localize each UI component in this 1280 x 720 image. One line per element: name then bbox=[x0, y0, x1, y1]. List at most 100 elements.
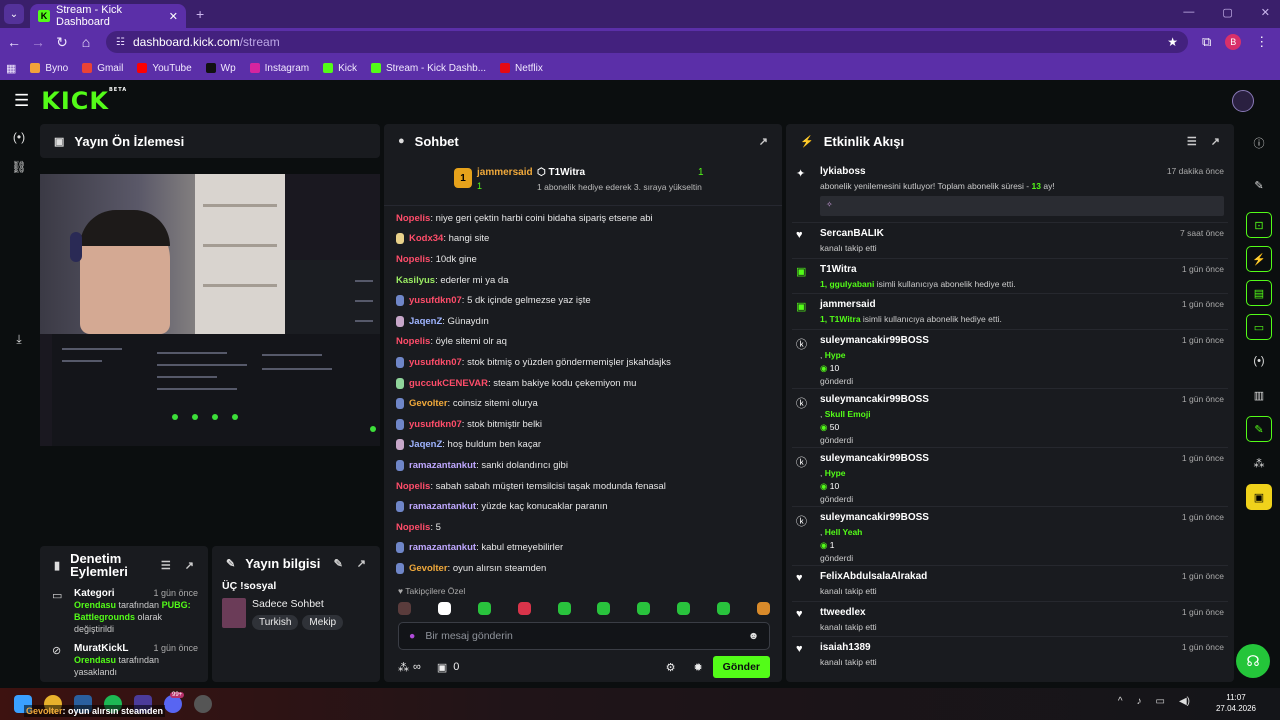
bookmark-instagram[interactable]: Instagram bbox=[249, 63, 309, 74]
activity-username[interactable]: T1Witra bbox=[820, 264, 857, 275]
reload-icon[interactable]: ↻ bbox=[50, 34, 74, 51]
maximize-button[interactable]: ▢ bbox=[1222, 6, 1232, 19]
stream-preview-video[interactable] bbox=[40, 174, 380, 446]
wrench-rail-icon[interactable]: ✎ bbox=[1246, 416, 1272, 442]
extensions-icon[interactable]: ⧉ bbox=[1202, 34, 1211, 50]
support-fab-button[interactable]: ☊ bbox=[1236, 644, 1270, 678]
tray-chevron-icon[interactable]: ^ bbox=[1118, 696, 1123, 707]
gift-icon[interactable]: ▣ bbox=[437, 661, 447, 674]
emote-icon[interactable] bbox=[597, 601, 611, 615]
network-icon[interactable]: ▭ bbox=[1156, 696, 1165, 707]
stream-icon[interactable]: (•) bbox=[0, 130, 38, 152]
bookmark-byno[interactable]: Byno bbox=[30, 63, 68, 74]
emote-icon[interactable] bbox=[517, 601, 531, 615]
dots-icon[interactable]: ⁂ bbox=[1246, 450, 1272, 476]
bookmark-kick-dashboard[interactable]: Stream - Kick Dashb... bbox=[371, 63, 486, 74]
obs-icon[interactable] bbox=[194, 695, 212, 713]
settings-icon[interactable]: ⚙ bbox=[666, 661, 676, 674]
stack-icon[interactable]: ▥ bbox=[1246, 382, 1272, 408]
system-clock[interactable]: 11:07 27.04.2026 bbox=[1216, 692, 1256, 714]
activity-username[interactable]: suleymancakir99BOSS bbox=[820, 335, 929, 346]
bookmark-youtube[interactable]: YouTube bbox=[137, 63, 192, 74]
emote-icon[interactable] bbox=[677, 601, 691, 615]
chat-message-list[interactable]: Nopelis: niye geri çektin harbi coini bi… bbox=[384, 208, 782, 582]
chat-username[interactable]: yusufdkn07 bbox=[409, 419, 462, 430]
emote-icon[interactable] bbox=[637, 601, 651, 615]
back-icon[interactable]: ← bbox=[2, 34, 26, 50]
chat-username[interactable]: ramazantankut bbox=[409, 542, 476, 553]
profile-avatar[interactable]: B bbox=[1225, 34, 1242, 50]
emoji-icon[interactable]: ☻ bbox=[748, 630, 759, 642]
url-bar[interactable]: ☷ dashboard.kick.com/stream ★ bbox=[106, 31, 1188, 53]
chat-username[interactable]: ramazantankut bbox=[409, 501, 476, 512]
tag-chip[interactable]: Mekip bbox=[302, 615, 344, 630]
download-icon[interactable]: ⤓ bbox=[0, 332, 38, 354]
emote-icon[interactable] bbox=[717, 601, 730, 615]
pencil-icon[interactable]: ✎ bbox=[1246, 172, 1272, 198]
bookmark-wp[interactable]: Wp bbox=[205, 63, 236, 74]
popout-icon[interactable]: ↗ bbox=[357, 557, 366, 570]
activity-username[interactable]: SercanBALIK bbox=[820, 228, 884, 239]
new-tab-button[interactable]: + bbox=[196, 6, 204, 22]
emote-icon[interactable] bbox=[398, 601, 411, 615]
document-icon[interactable]: ▤ bbox=[1246, 280, 1272, 306]
emote-icon[interactable] bbox=[477, 601, 491, 615]
points-icon[interactable]: ⁂ bbox=[398, 661, 409, 674]
activity-username[interactable]: ttweedlex bbox=[820, 607, 866, 618]
activity-username[interactable]: jammersaid bbox=[820, 299, 876, 310]
chat-username[interactable]: yusufdkn07 bbox=[409, 357, 462, 368]
activity-username[interactable]: suleymancakir99BOSS bbox=[820, 453, 929, 464]
edit-icon[interactable]: ✎ bbox=[334, 557, 343, 570]
chat-username[interactable]: guccukCENEVAR bbox=[409, 378, 488, 389]
send-button[interactable]: Gönder bbox=[712, 656, 770, 678]
close-window-button[interactable]: ✕ bbox=[1261, 6, 1270, 19]
volume-icon[interactable]: ◀) bbox=[1179, 696, 1190, 707]
bookmark-gmail[interactable]: Gmail bbox=[82, 63, 123, 74]
tab-list-button[interactable]: ⌄ bbox=[4, 4, 24, 24]
chat-username[interactable]: Kodx34 bbox=[409, 233, 443, 244]
chat-username[interactable]: Nopelis bbox=[396, 254, 430, 265]
apps-grid-icon[interactable]: ▦ bbox=[6, 62, 16, 75]
bookmark-kick[interactable]: Kick bbox=[323, 63, 357, 74]
chat-username[interactable]: JaqenZ bbox=[409, 316, 442, 327]
chat-username[interactable]: Gevolter bbox=[409, 563, 448, 574]
timeout-icon[interactable]: ✹ bbox=[693, 661, 702, 674]
filter-icon[interactable]: ☰ bbox=[161, 559, 171, 572]
activity-username[interactable]: lykiaboss bbox=[820, 166, 866, 177]
chat-input[interactable]: ● Bir mesaj gönderin ☻ bbox=[398, 622, 770, 650]
crop-icon[interactable]: ⊡ bbox=[1246, 212, 1272, 238]
broadcast-icon[interactable]: (•) bbox=[1246, 348, 1272, 374]
kick-logo[interactable]: KICKBETA bbox=[41, 87, 127, 115]
lightning-rail-icon[interactable]: ⚡ bbox=[1246, 246, 1272, 272]
mic-tray-icon[interactable]: ♪ bbox=[1137, 696, 1142, 707]
bookmark-netflix[interactable]: Netflix bbox=[500, 63, 543, 74]
popout-icon[interactable]: ↗ bbox=[1211, 135, 1220, 148]
chat-username[interactable]: Nopelis bbox=[396, 522, 430, 533]
activity-username[interactable]: suleymancakir99BOSS bbox=[820, 512, 929, 523]
user-avatar[interactable] bbox=[1232, 90, 1254, 112]
info-icon[interactable]: ⓘ bbox=[1246, 130, 1272, 156]
chat-username[interactable]: Nopelis bbox=[396, 213, 430, 224]
filter-icon[interactable]: ☰ bbox=[1187, 135, 1197, 148]
chat-username[interactable]: ramazantankut bbox=[409, 460, 476, 471]
tag-chip[interactable]: Turkish bbox=[252, 615, 299, 630]
chat-username[interactable]: JaqenZ bbox=[409, 439, 442, 450]
top-gifter-1[interactable]: jammersaid bbox=[477, 167, 533, 178]
chat-username[interactable]: Nopelis bbox=[396, 481, 430, 492]
home-icon[interactable]: ⌂ bbox=[74, 34, 98, 50]
emote-icon[interactable] bbox=[756, 601, 770, 615]
mic-icon[interactable]: ● bbox=[409, 630, 415, 642]
browser-tab-active[interactable]: K Stream - Kick Dashboard ✕ bbox=[30, 4, 186, 28]
menu-icon[interactable]: ☰ bbox=[14, 91, 29, 111]
chat-username[interactable]: Gevolter bbox=[409, 398, 448, 409]
emote-icon[interactable] bbox=[557, 601, 571, 615]
activity-username[interactable]: suleymancakir99BOSS bbox=[820, 394, 929, 405]
top-gifter-2[interactable]: ⬡ T1Witra bbox=[537, 167, 585, 178]
bookmark-star-icon[interactable]: ★ bbox=[1167, 35, 1178, 49]
minimize-button[interactable]: — bbox=[1183, 6, 1194, 19]
chat-username[interactable]: yusufdkn07 bbox=[409, 295, 462, 306]
site-info-icon[interactable]: ☷ bbox=[116, 37, 125, 48]
browser-menu-icon[interactable]: ⋮ bbox=[1255, 34, 1268, 50]
clapper-icon[interactable]: ▣ bbox=[1246, 484, 1272, 510]
activity-username[interactable]: FelixAbdulsalaAlrakad bbox=[820, 571, 927, 582]
